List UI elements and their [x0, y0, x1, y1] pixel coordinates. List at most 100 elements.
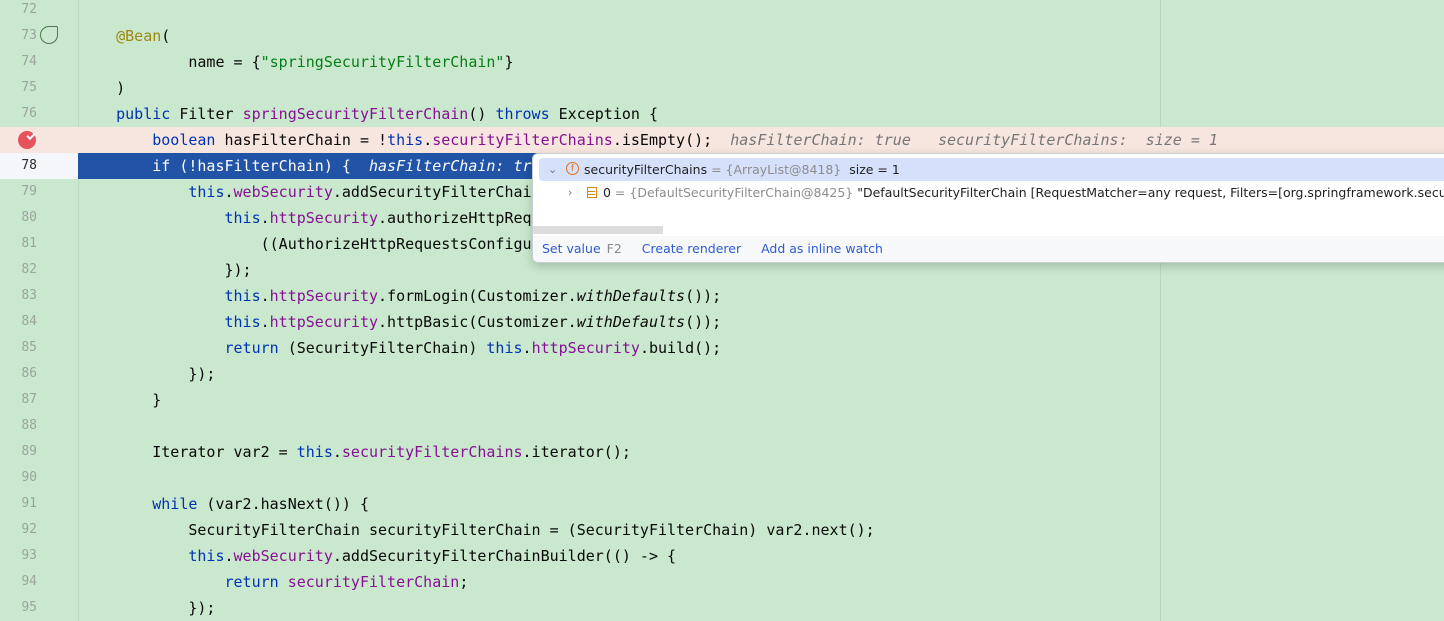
create-renderer-link[interactable]: Create renderer — [642, 241, 741, 256]
line-number[interactable]: 82 — [0, 257, 37, 283]
code-text: this.httpSecurity.httpBasic(Customizer.w… — [80, 309, 722, 335]
code-token: this — [188, 183, 225, 201]
code-line[interactable]: 72 — [0, 0, 1444, 23]
line-number[interactable]: 95 — [0, 595, 37, 621]
code-line[interactable]: 87 } — [0, 387, 1444, 413]
code-text: }); — [80, 257, 251, 283]
line-number[interactable]: 85 — [0, 335, 37, 361]
line-number[interactable]: 91 — [0, 491, 37, 517]
code-editor[interactable]: 72 73 @Bean(74 name = {"springSecurityFil… — [0, 0, 1444, 621]
field-icon: f — [566, 162, 579, 175]
code-text: }); — [80, 361, 215, 387]
code-line[interactable]: 84 this.httpSecurity.httpBasic(Customize… — [0, 309, 1444, 335]
element-value: "DefaultSecurityFilterChain [RequestMatc… — [853, 185, 1444, 200]
debug-value-popup: ⌄ f securityFilterChains = {ArrayList@84… — [532, 153, 1444, 263]
code-token: ( — [161, 27, 171, 45]
line-number[interactable]: 90 — [0, 465, 37, 491]
line-number[interactable]: 93 — [0, 543, 37, 569]
code-line[interactable]: 91 while (var2.hasNext()) { — [0, 491, 1444, 517]
code-text: } — [80, 387, 161, 413]
code-line[interactable]: 75 ) — [0, 75, 1444, 101]
line-number[interactable]: 86 — [0, 361, 37, 387]
line-number[interactable]: 94 — [0, 569, 37, 595]
line-number[interactable]: 81 — [0, 231, 37, 257]
line-number[interactable]: 92 — [0, 517, 37, 543]
set-value-label: Set value — [542, 241, 601, 256]
line-number[interactable]: 87 — [0, 387, 37, 413]
code-token: this — [224, 313, 261, 331]
line-number[interactable]: 72 — [0, 0, 37, 23]
tree-node-element-0[interactable]: › 0 = {DefaultSecurityFilterChain@8425} … — [539, 181, 1444, 204]
line-number[interactable]: 80 — [0, 205, 37, 231]
code-token: .isEmpty(); — [612, 131, 731, 149]
code-token: httpSecurity — [531, 339, 640, 357]
line-number[interactable]: 75 — [0, 75, 37, 101]
code-token: . — [224, 547, 234, 565]
code-text: this.httpSecurity.formLogin(Customizer.w… — [80, 283, 722, 309]
code-token: (var2.hasNext()) { — [197, 495, 369, 513]
code-text: return (SecurityFilterChain) this.httpSe… — [80, 335, 722, 361]
line-number[interactable]: 74 — [0, 49, 37, 75]
code-line[interactable]: 74 name = {"springSecurityFilterChain"} — [0, 49, 1444, 75]
chevron-right-icon[interactable]: › — [568, 181, 572, 204]
line-number[interactable]: 73 — [0, 23, 37, 49]
code-line[interactable]: 85 return (SecurityFilterChain) this.htt… — [0, 335, 1444, 361]
code-line[interactable]: 73 @Bean( — [0, 23, 1444, 49]
code-line[interactable]: 94 return securityFilterChain; — [0, 569, 1444, 595]
code-token: . — [332, 443, 342, 461]
code-token: ()); — [685, 287, 722, 305]
code-token: } — [80, 391, 162, 409]
line-number[interactable]: 83 — [0, 283, 37, 309]
line-number[interactable]: 84 — [0, 309, 37, 335]
code-line[interactable]: boolean hasFilterChain = !this.securityF… — [0, 127, 1444, 153]
code-token: springSecurityFilterChain — [242, 105, 469, 123]
chevron-down-icon[interactable]: ⌄ — [548, 158, 557, 181]
code-token: Filter — [170, 105, 243, 123]
code-text: return securityFilterChain; — [80, 569, 469, 595]
code-line[interactable]: 92 SecurityFilterChain securityFilterCha… — [0, 517, 1444, 543]
code-token: . — [260, 313, 270, 331]
code-text: if (!hasFilterChain) { hasFilterChain: t… — [80, 153, 549, 179]
code-token: ) — [80, 79, 126, 97]
code-line[interactable]: 95 }); — [0, 595, 1444, 621]
horizontal-scrollbar[interactable] — [533, 226, 663, 234]
code-line[interactable]: 86 }); — [0, 361, 1444, 387]
code-token: .formLogin(Customizer. — [378, 287, 577, 305]
line-number[interactable]: 89 — [0, 439, 37, 465]
shortcut-key: F2 — [606, 241, 622, 256]
spring-bean-icon[interactable] — [40, 26, 58, 44]
code-line[interactable]: 89 Iterator var2 = this.securityFilterCh… — [0, 439, 1444, 465]
code-line[interactable]: 93 this.webSecurity.addSecurityFilterCha… — [0, 543, 1444, 569]
code-line[interactable]: 76 public Filter springSecurityFilterCha… — [0, 101, 1444, 127]
code-text: SecurityFilterChain securityFilterChain … — [80, 517, 874, 543]
code-token: . — [260, 209, 270, 227]
code-text: this.webSecurity.addSecurityFilterChainB… — [80, 543, 676, 569]
tree-node-security-filter-chains[interactable]: ⌄ f securityFilterChains = {ArrayList@84… — [539, 158, 1444, 181]
code-line[interactable]: 88 — [0, 413, 1444, 439]
line-number[interactable]: 79 — [0, 179, 37, 205]
line-number[interactable]: 88 — [0, 413, 37, 439]
add-inline-watch-link[interactable]: Add as inline watch — [761, 241, 883, 256]
code-token: (SecurityFilterChain) — [278, 339, 487, 357]
code-line[interactable]: 83 this.httpSecurity.formLogin(Customize… — [0, 283, 1444, 309]
code-token: . — [423, 131, 433, 149]
set-value-link[interactable]: Set value F2 — [542, 241, 622, 256]
code-token: .iterator(); — [522, 443, 631, 461]
code-token: this — [387, 131, 424, 149]
code-token: securityFilterChain — [287, 573, 460, 591]
variable-value: size = 1 — [849, 162, 900, 177]
code-text: while (var2.hasNext()) { — [80, 491, 369, 517]
variable-name: securityFilterChains — [584, 162, 708, 177]
line-number[interactable]: 78 — [0, 153, 37, 179]
line-number[interactable]: 76 — [0, 101, 37, 127]
code-line[interactable]: 90 — [0, 465, 1444, 491]
code-token: } — [504, 53, 514, 71]
breakpoint-icon[interactable] — [18, 131, 36, 149]
code-token: boolean — [152, 131, 216, 149]
code-token: Iterator var2 = — [80, 443, 297, 461]
